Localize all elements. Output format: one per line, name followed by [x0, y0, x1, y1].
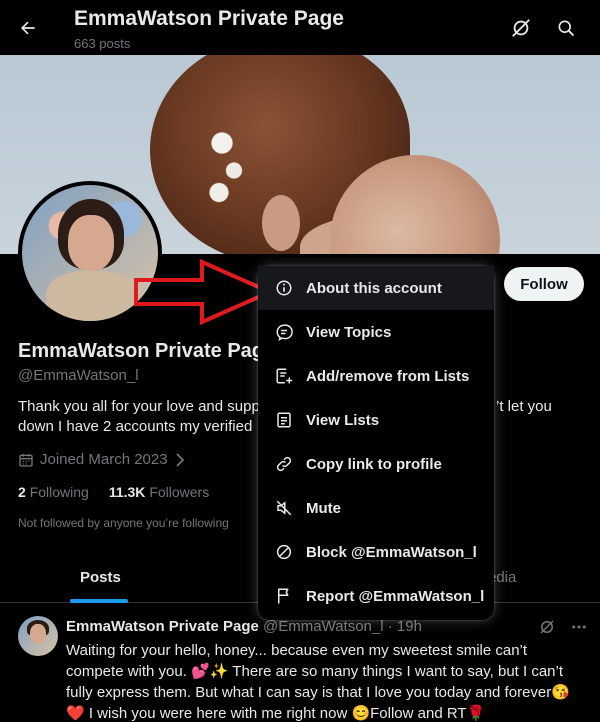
block-icon [274, 542, 294, 562]
topics-icon [274, 322, 294, 342]
menu-item-about[interactable]: About this account [258, 266, 494, 310]
profile-name: EmmaWatson Private Pag [18, 340, 265, 362]
tweet-line: fully express them. But what I can say i… [66, 684, 570, 701]
annotation-arrow-icon [134, 258, 274, 326]
joined-text: Joined March 2023 [40, 451, 168, 468]
profile-handle: @EmmaWatson_l [18, 367, 139, 384]
menu-item-report[interactable]: Report @EmmaWatson_l [258, 574, 494, 618]
menu-item-mute[interactable]: Mute [258, 486, 494, 530]
calendar-icon [19, 453, 33, 467]
menu-item-copy-link[interactable]: Copy link to profile [258, 442, 494, 486]
search-icon [558, 20, 575, 37]
info-icon [274, 278, 294, 298]
more-icon[interactable] [570, 618, 588, 636]
tab-posts[interactable]: Posts [80, 569, 121, 586]
post-count: 663 posts [74, 36, 131, 51]
menu-item-label: Add/remove from Lists [306, 367, 470, 385]
following-link[interactable]: 2 Following [18, 484, 89, 500]
active-tab-indicator [70, 599, 128, 603]
tweet-handle-time: @EmmaWatson_l · 19h [258, 618, 422, 635]
menu-item-label: Block @EmmaWatson_l [306, 543, 477, 561]
following-label: Following [29, 484, 89, 500]
profile-more-menu: About this account View Topics Add/remov… [258, 266, 494, 620]
mute-icon [274, 498, 294, 518]
follow-button[interactable]: Follow [504, 267, 584, 301]
notifications-toggle-button[interactable] [509, 16, 533, 40]
chevron-right-icon [175, 452, 184, 467]
menu-item-view-lists[interactable]: View Lists [258, 398, 494, 442]
follow-stats: 2 Following 11.3K Followers [18, 484, 209, 500]
tweet-avatar[interactable] [18, 616, 58, 656]
menu-item-label: Copy link to profile [306, 455, 442, 473]
menu-item-label: Mute [306, 499, 341, 517]
tweet-line: Waiting for your hello, honey... because… [66, 642, 528, 659]
followers-label: Followers [149, 484, 210, 500]
followers-count: 11.3K [108, 484, 146, 500]
search-button[interactable] [554, 16, 578, 40]
tweet-header: EmmaWatson Private Page @EmmaWatson_l · … [66, 618, 422, 635]
menu-item-label: Report @EmmaWatson_l [306, 587, 485, 605]
tweet-actions [538, 618, 588, 636]
back-button[interactable] [14, 14, 42, 42]
not-followed-note: Not followed by anyone you’re following [18, 516, 229, 530]
tweet-text: Waiting for your hello, honey... because… [66, 640, 588, 722]
flag-icon [274, 586, 294, 606]
menu-item-block[interactable]: Block @EmmaWatson_l [258, 530, 494, 574]
bio-line-tail: ’t let you [496, 398, 552, 415]
menu-item-label: View Lists [306, 411, 380, 429]
lists-icon [274, 410, 294, 430]
following-count: 2 [18, 484, 26, 500]
menu-item-view-topics[interactable]: View Topics [258, 310, 494, 354]
link-icon [274, 454, 294, 474]
followers-link[interactable]: 11.3K Followers [109, 484, 209, 500]
tweet[interactable]: EmmaWatson Private Page @EmmaWatson_l · … [0, 604, 600, 722]
page-title: EmmaWatson Private Page [74, 7, 344, 30]
list-add-icon [274, 366, 294, 386]
grok-icon[interactable] [538, 618, 556, 636]
arrow-left-icon [21, 21, 35, 35]
top-bar: EmmaWatson Private Page 663 posts [0, 0, 600, 55]
bell-off-icon [512, 19, 530, 37]
tweet-line: compete with you. 💕✨ There are so many t… [66, 663, 564, 680]
tweet-line: ❤️ I wish you were here with me right no… [66, 705, 486, 722]
tweet-author-name[interactable]: EmmaWatson Private Page [66, 618, 259, 635]
menu-item-label: View Topics [306, 323, 392, 341]
joined-date[interactable]: Joined March 2023 [18, 451, 186, 468]
menu-item-add-remove-lists[interactable]: Add/remove from Lists [258, 354, 494, 398]
menu-item-label: About this account [306, 279, 442, 297]
